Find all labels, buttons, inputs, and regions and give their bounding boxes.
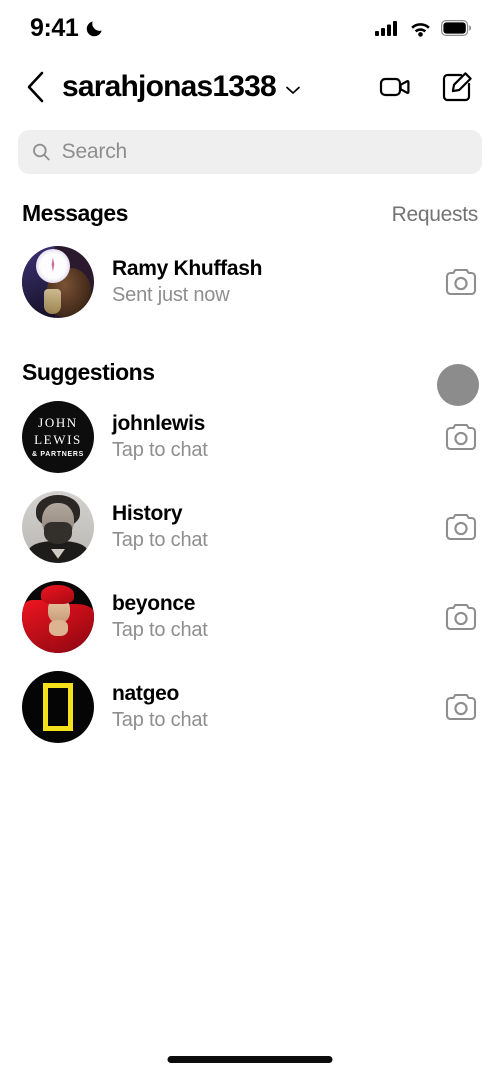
account-switcher[interactable]: sarahjonas1338 [62, 72, 301, 102]
chevron-down-icon [286, 86, 300, 94]
camera-icon[interactable] [444, 602, 478, 632]
suggestion-row-text: johnlewis Tap to chat [112, 412, 208, 462]
status-time: 9:41 [30, 13, 79, 42]
cellular-signal-icon [375, 20, 397, 36]
message-row-text: Ramy Khuffash Sent just now [112, 257, 262, 307]
requests-link[interactable]: Requests [392, 203, 479, 227]
screen-header: sarahjonas1338 [0, 56, 500, 118]
back-chevron-icon [27, 71, 44, 103]
natgeo-logo-icon [43, 683, 73, 731]
page-title: sarahjonas1338 [62, 70, 277, 103]
suggestions-title: Suggestions [22, 359, 155, 385]
contact-name: johnlewis [112, 412, 205, 435]
status-bar-left: 9:41 [30, 14, 104, 43]
suggestion-status: Tap to chat [112, 709, 208, 731]
suggestion-row-text: natgeo Tap to chat [112, 682, 208, 732]
compose-message-icon[interactable] [440, 70, 474, 104]
instagram-direct-inbox-screen: 9:41 sarahjonas1338 Search Messages Requ… [0, 0, 500, 1080]
row-actions [444, 602, 478, 632]
row-actions [444, 692, 478, 722]
messages-title: Messages [22, 200, 128, 226]
suggestion-row[interactable]: beyonce Tap to chat [0, 572, 500, 662]
logo-line-2: LEWIS [34, 432, 82, 447]
suggestion-row-text: beyonce Tap to chat [112, 592, 208, 642]
suggestion-status: Tap to chat [112, 619, 208, 641]
contact-name: History [112, 502, 183, 525]
avatar: JOHN LEWIS & PARTNERS [22, 401, 94, 473]
camera-icon[interactable] [444, 692, 478, 722]
camera-icon[interactable] [444, 267, 478, 297]
suggestions-section-header: Suggestions [0, 327, 500, 392]
contact-name: beyonce [112, 592, 196, 615]
logo-line-3: & PARTNERS [32, 451, 84, 458]
wifi-icon [411, 22, 430, 37]
back-button[interactable] [24, 70, 54, 104]
header-actions [378, 70, 474, 104]
suggestion-status: Tap to chat [112, 439, 208, 461]
avatar [22, 491, 94, 563]
logo-line-1: JOHN [38, 415, 78, 430]
search-icon [33, 143, 50, 161]
suggestion-row[interactable]: natgeo Tap to chat [0, 662, 500, 752]
avatar [22, 581, 94, 653]
message-status: Sent just now [112, 284, 230, 306]
status-bar: 9:41 [0, 0, 500, 56]
contact-name: Ramy Khuffash [112, 257, 263, 280]
suggestion-row[interactable]: JOHN LEWIS & PARTNERS johnlewis Tap to c… [0, 364, 500, 482]
contact-name: natgeo [112, 682, 180, 705]
suggestion-row[interactable]: History Tap to chat [0, 482, 500, 572]
message-row[interactable]: Ramy Khuffash Sent just now [0, 237, 500, 327]
status-bar-right [375, 20, 472, 37]
avatar [22, 671, 94, 743]
row-actions [437, 364, 479, 452]
battery-icon [441, 20, 472, 36]
video-camera-icon[interactable] [378, 70, 412, 104]
row-actions [444, 512, 478, 542]
camera-icon[interactable] [444, 422, 478, 452]
avatar [22, 246, 94, 318]
home-indicator [167, 1056, 333, 1063]
suggestion-status: Tap to chat [112, 529, 208, 551]
camera-icon[interactable] [444, 512, 478, 542]
moon-icon [87, 20, 103, 36]
search-input[interactable] [61, 140, 468, 164]
johnlewis-logo-icon: JOHN LEWIS & PARTNERS [32, 416, 84, 458]
search-section [0, 118, 500, 174]
suggestion-row-text: History Tap to chat [112, 502, 208, 552]
search-bar[interactable] [18, 130, 482, 174]
row-actions [444, 267, 478, 297]
messages-section-header: Messages Requests [0, 174, 500, 237]
